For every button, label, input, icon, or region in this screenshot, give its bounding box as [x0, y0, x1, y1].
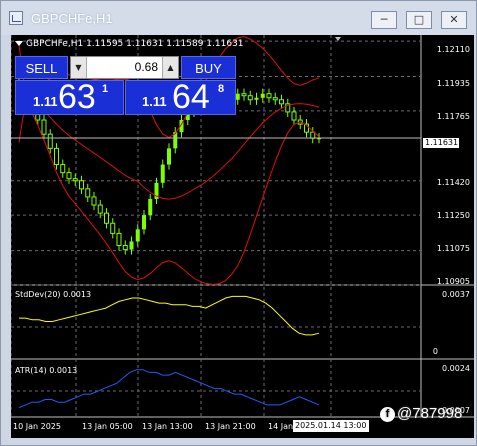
sell-button[interactable]: SELL: [15, 56, 68, 79]
candle-body-bear: [66, 172, 72, 180]
stddev-indicator-label: StdDev(20) 0.0013: [15, 290, 92, 299]
time-axis-label: 14 Jan: [268, 422, 294, 431]
arrow-down-icon: ▼: [75, 63, 82, 72]
candle-body-bear: [41, 119, 47, 135]
title-bar[interactable]: GBPCHFe,H1 ─ □ ✕: [1, 1, 476, 35]
ask-pipette: 8: [218, 83, 225, 95]
candle-body-bull: [260, 93, 265, 98]
minimize-icon: ─: [380, 13, 388, 26]
price-tick-label: 1.12110: [436, 45, 470, 54]
candle-body-bear: [116, 232, 122, 247]
candle-body-bull: [135, 229, 140, 242]
time-axis-label: 13 Jan 21:00: [205, 422, 256, 431]
candle-body-bear: [54, 147, 59, 166]
time-axis-label: 13 Jan 05:00: [82, 422, 133, 431]
atr-indicator-label: ATR(14) 0.0013: [15, 366, 78, 375]
candle-body-bear: [104, 212, 109, 224]
lot-increase-button[interactable]: ▲: [162, 57, 178, 78]
candle-body-bear: [279, 99, 284, 105]
maximize-button[interactable]: □: [406, 11, 432, 29]
window-title: GBPCHFe,H1: [31, 11, 113, 26]
candle-body-bull: [148, 198, 153, 216]
facebook-icon: f: [380, 406, 395, 422]
stddev-scale-top: 0.0037: [442, 290, 470, 299]
candle-body-bear: [266, 93, 272, 99]
lot-size-input[interactable]: 0.68: [135, 60, 158, 74]
candle-body-bear: [110, 222, 116, 234]
ask-big-figure: 64: [172, 78, 210, 116]
symbol-info: GBPCHFe,H1 1.11595 1.11631 1.11589 1.116…: [15, 39, 244, 49]
candle-body-bear: [91, 196, 97, 206]
candle-body-bear: [291, 111, 297, 121]
time-axis-label: 13 Jan 13:00: [142, 422, 193, 431]
candle-body-bear: [79, 180, 84, 190]
price-tick-label: 1.11935: [436, 79, 470, 88]
candle-body-bear: [310, 131, 316, 139]
bid-pipette: 1: [102, 83, 109, 95]
time-axis-label: 10 Jan 2025: [13, 422, 61, 431]
chart-window-icon: [9, 11, 23, 25]
buy-button[interactable]: BUY: [181, 56, 236, 79]
close-button[interactable]: ✕: [441, 11, 467, 29]
candle-body-bear: [122, 245, 128, 251]
price-tick-label: 1.11420: [436, 178, 470, 187]
bid-prefix: 1.11: [33, 94, 58, 109]
candle-body-bear: [72, 178, 78, 182]
shift-marker-icon: [335, 37, 341, 41]
candle-body-bear: [60, 164, 66, 174]
bollinger-lower-band: [18, 101, 320, 286]
candle-body-bear: [272, 97, 278, 101]
arrow-up-icon: ▲: [167, 63, 174, 72]
candle-body-bull: [254, 97, 259, 100]
close-icon: ✕: [449, 13, 459, 26]
collapse-triangle-icon[interactable]: [15, 41, 23, 46]
ask-prefix: 1.11: [142, 94, 167, 109]
candle-body-bull: [142, 215, 146, 230]
symbol-ohlc-text: GBPCHFe,H1 1.11595 1.11631 1.11589 1.116…: [26, 39, 244, 49]
stddev-scale-bottom: 0: [432, 347, 438, 356]
candle-body-bear: [85, 188, 91, 198]
maximize-icon: □: [413, 13, 425, 26]
candle-body-bear: [241, 93, 247, 97]
bid-big-figure: 63: [58, 78, 96, 116]
ask-quote[interactable]: 1.11 64 8: [125, 78, 236, 116]
candle-body-bull: [167, 148, 171, 165]
candle-body-bear: [47, 133, 53, 149]
candle-body-bull: [160, 164, 165, 183]
watermark: f @787998: [380, 405, 462, 422]
candle-body-bear: [97, 204, 103, 214]
candle-body-bull: [129, 241, 134, 250]
minimize-button[interactable]: ─: [371, 11, 397, 29]
stddev-line: [19, 295, 320, 336]
atr-line: [18, 369, 320, 409]
lot-decrease-button[interactable]: ▼: [71, 57, 87, 78]
candle-body-bear: [247, 95, 253, 101]
current-price-tag: 1.11631: [423, 138, 459, 148]
watermark-text: @787998: [397, 405, 463, 422]
price-tick-label: 1.11250: [436, 211, 470, 220]
candle-body-bull: [235, 93, 240, 100]
lot-size-stepper[interactable]: ▼ 0.68 ▲: [70, 56, 179, 79]
chart-window: GBPCHFe,H1 ─ □ ✕ GBPCHFe,H1 1.11595 1.11…: [0, 0, 477, 446]
chart-area[interactable]: GBPCHFe,H1 1.11595 1.11631 1.11589 1.116…: [11, 35, 474, 438]
crosshair-time-tag: 2025.01.14 13:00: [293, 420, 369, 432]
atr-scale-top: 0.0024: [442, 364, 470, 373]
price-tick-label: 1.11765: [436, 112, 470, 121]
price-tick-label: 1.10905: [436, 277, 470, 286]
bid-quote[interactable]: 1.11 63 1: [15, 78, 124, 116]
price-tick-label: 1.11075: [436, 244, 470, 253]
one-click-trading-panel: SELL ▼ 0.68 ▲ BUY 1.11 63 1 1.11 64 8: [15, 56, 236, 116]
